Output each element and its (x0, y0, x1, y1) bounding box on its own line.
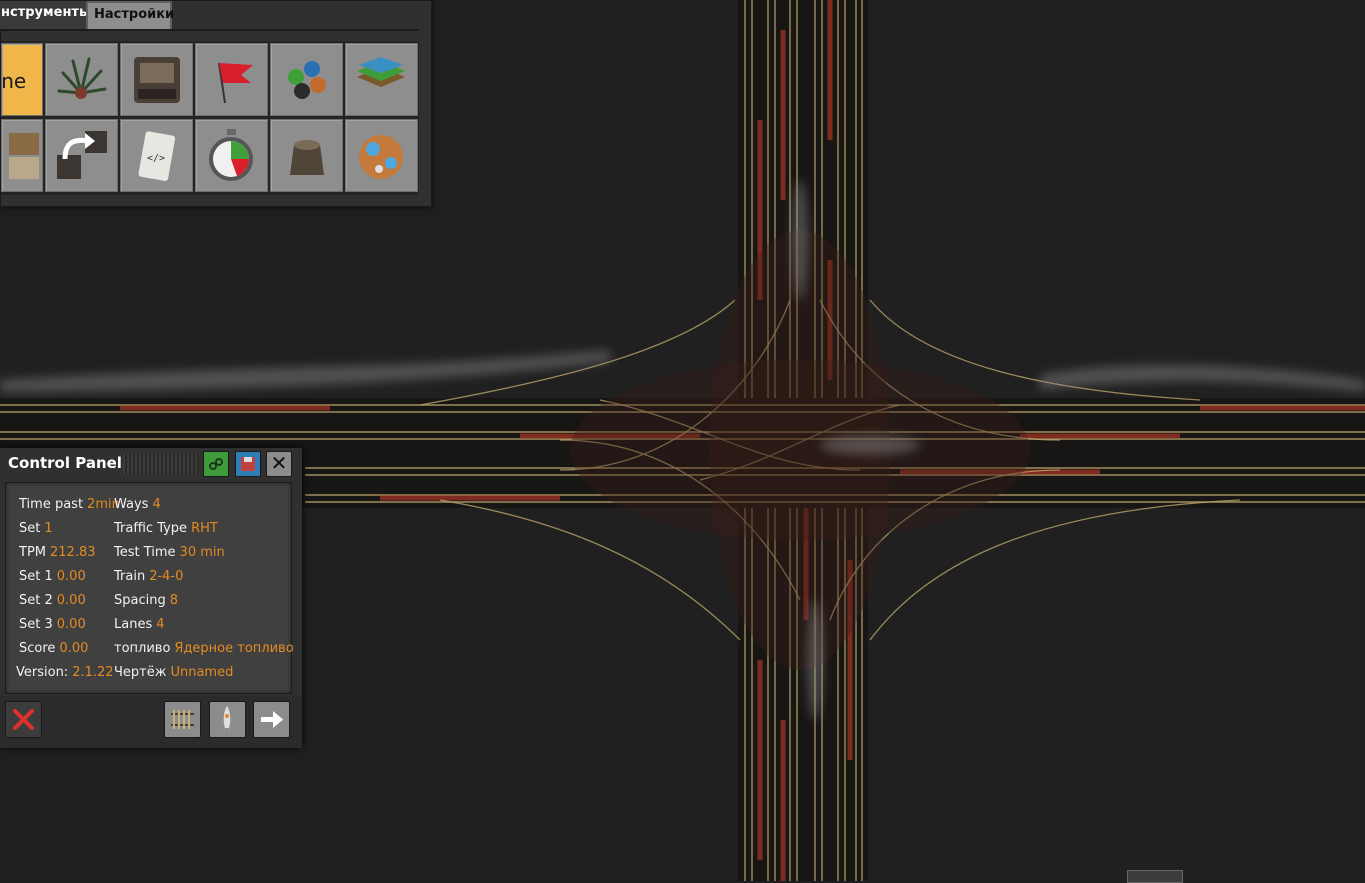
svg-text:</>: </> (147, 153, 165, 164)
stat-blueprint: Чертёж Unnamed (114, 665, 233, 680)
stat-label: топливо (114, 641, 171, 656)
dirt-tiles-icon (9, 133, 39, 179)
drag-handle[interactable] (123, 454, 198, 474)
next-button[interactable] (253, 701, 290, 738)
stat-train: Train 2-4-0 (114, 569, 183, 584)
stat-label: Set 1 (19, 569, 53, 584)
minimap-toggle[interactable] (1127, 870, 1183, 883)
flag-icon (218, 62, 253, 104)
tab-strip-divider (1, 29, 419, 31)
slot-stopwatch[interactable] (195, 119, 268, 192)
stat-label: Time past (19, 497, 84, 512)
stat-value: 2.1.22 (72, 665, 114, 680)
stat-ways: Ways 4 (114, 497, 161, 512)
slot-ore[interactable] (270, 43, 343, 116)
slot-tree[interactable] (45, 43, 118, 116)
tool-slot-grid: one </> (0, 41, 419, 195)
stat-value: 1 (44, 521, 53, 536)
link-button[interactable] (203, 451, 229, 477)
slot-stump[interactable] (270, 119, 343, 192)
stat-value: 4 (152, 497, 161, 512)
stat-value: 30 min (179, 545, 225, 560)
close-button[interactable]: ✕ (266, 451, 292, 477)
stat-value: 0.00 (56, 617, 86, 632)
tab-tools[interactable]: нструменты (0, 1, 91, 29)
stat-set-1: Set 1 0.00 (19, 569, 86, 584)
rocket-icon (222, 706, 232, 733)
stat-time-past: Time past 2min (19, 497, 120, 512)
stat-set-3: Set 3 0.00 (19, 617, 86, 632)
stat-label: Train (114, 569, 146, 584)
stat-version: Version: 2.1.22 (16, 665, 114, 680)
link-icon (209, 458, 223, 470)
map-layers-icon (357, 57, 405, 87)
stat-spacing: Spacing 8 (114, 593, 178, 608)
control-panel-footer (0, 696, 302, 748)
control-panel: Control Panel ✕ Time past 2min Set 1 TPM 21… (0, 448, 302, 748)
control-panel-title: Control Panel (8, 454, 122, 472)
slot-map-layers[interactable] (345, 43, 418, 116)
slot-assembler[interactable] (120, 43, 193, 116)
assembler-icon (134, 57, 180, 103)
stat-value: 2-4-0 (149, 569, 184, 584)
stat-value: Unnamed (170, 665, 234, 680)
slot-script[interactable]: </> (120, 119, 193, 192)
stat-label: Traffic Type (114, 521, 188, 536)
stat-set: Set 1 (19, 521, 53, 536)
slot-none-label: one (0, 69, 27, 93)
stump-icon (290, 140, 324, 175)
close-icon: ✕ (270, 451, 288, 475)
rail-icon (171, 710, 194, 729)
slot-flag[interactable] (195, 43, 268, 116)
slot-planet[interactable] (345, 119, 418, 192)
stat-value: 4 (156, 617, 165, 632)
stat-fuel: топливо Ядерное топливо (114, 641, 294, 656)
floppy-disk-icon (241, 457, 255, 471)
save-button[interactable] (235, 451, 261, 477)
stat-lanes: Lanes 4 (114, 617, 165, 632)
planet-icon (359, 135, 403, 179)
slot-none-button[interactable]: one (0, 43, 43, 116)
stat-label: Version: (16, 665, 69, 680)
tree-icon (57, 57, 107, 99)
stat-label: Set 3 (19, 617, 53, 632)
stat-set-2: Set 2 0.00 (19, 593, 86, 608)
stat-label: TPM (19, 545, 46, 560)
slot-dirt-tiles[interactable] (1, 119, 43, 192)
stat-value: RHT (191, 521, 218, 536)
red-x-icon (13, 709, 34, 730)
tools-tab-bar: нструменты Настройки (0, 1, 419, 31)
stat-traffic-type: Traffic Type RHT (114, 521, 218, 536)
stat-test-time: Test Time 30 min (114, 545, 225, 560)
ore-icon (288, 61, 326, 99)
blueprint-rotate-icon (57, 131, 107, 179)
arrow-right-icon (261, 711, 283, 728)
stat-label: Set (19, 521, 41, 536)
slot-blueprint-rotate[interactable] (45, 119, 118, 192)
stat-label: Чертёж (114, 665, 167, 680)
script-icon: </> (138, 131, 176, 181)
stat-value: 0.00 (59, 641, 89, 656)
stat-tpm: TPM 212.83 (19, 545, 96, 560)
stat-label: Set 2 (19, 593, 53, 608)
stat-label: Ways (114, 497, 149, 512)
rail-button[interactable] (164, 701, 201, 738)
stat-label: Score (19, 641, 56, 656)
rocket-button[interactable] (209, 701, 246, 738)
stopwatch-icon (209, 129, 253, 181)
stats-panel: Time past 2min Set 1 TPM 212.83 Set 1 0.00 S… (5, 482, 294, 694)
stat-value: 0.00 (56, 569, 86, 584)
stat-score: Score 0.00 (19, 641, 88, 656)
cancel-button[interactable] (5, 701, 42, 738)
stat-label: Test Time (114, 545, 176, 560)
stat-value: 0.00 (56, 593, 86, 608)
tools-window: нструменты Настройки one </> (0, 0, 432, 207)
stat-value: 212.83 (50, 545, 96, 560)
stat-label: Lanes (114, 617, 153, 632)
stat-value: 8 (169, 593, 179, 608)
tab-settings[interactable]: Настройки (86, 1, 174, 31)
stat-label: Spacing (114, 593, 166, 608)
stat-value: Ядерное топливо (174, 641, 294, 656)
